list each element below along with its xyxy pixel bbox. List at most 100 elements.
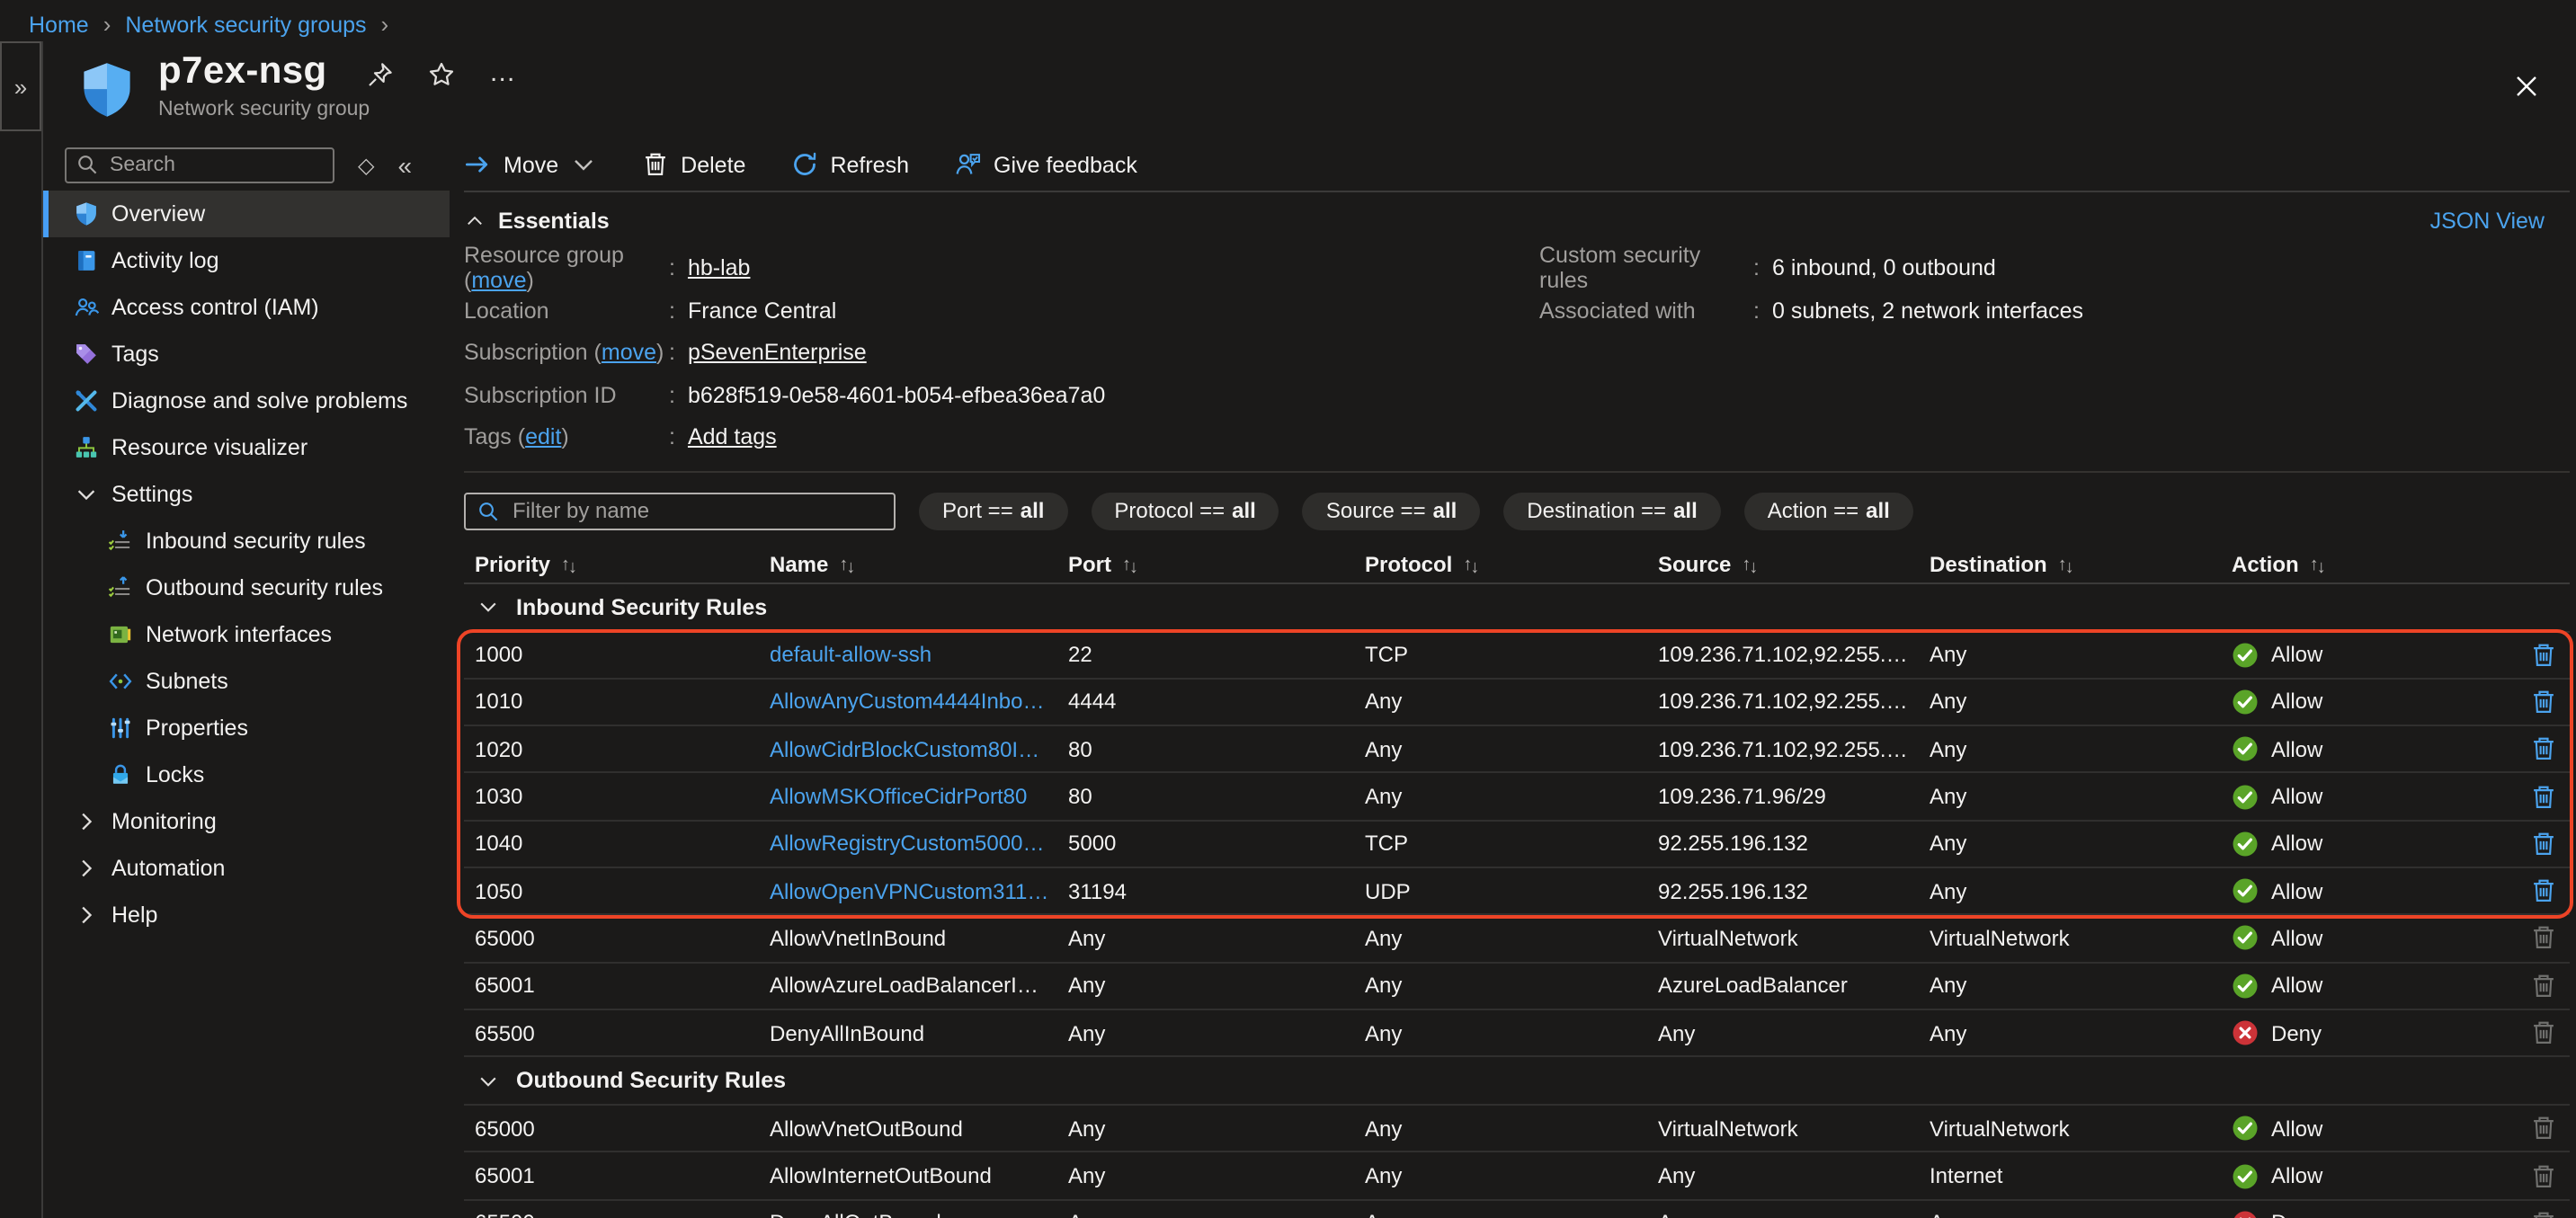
column-header-priority[interactable]: Priority↑↓ — [475, 552, 770, 577]
rule-name[interactable]: AllowMSKOfficeCidrPort80 — [770, 784, 1068, 809]
essentials-value[interactable]: Add tags — [688, 424, 777, 449]
rule-name[interactable]: AllowAnyCustom4444Inbound — [770, 689, 1068, 715]
outbound-section-title: Outbound Security Rules — [516, 1068, 786, 1093]
sidebar-item-diagnose-and-solve-problems[interactable]: Diagnose and solve problems — [43, 378, 450, 424]
filter-pill-port[interactable]: Port ==all — [919, 492, 1067, 529]
sidebar-item-monitoring[interactable]: Monitoring — [43, 798, 450, 845]
chevron-right-icon: › — [381, 11, 389, 38]
essentials-label: Resource group (move) — [464, 243, 669, 293]
delete-rule-button[interactable] — [2530, 735, 2557, 762]
rule-name[interactable]: default-allow-ssh — [770, 642, 1068, 667]
essentials-collapse-icon[interactable] — [464, 210, 486, 232]
book-icon — [74, 248, 99, 273]
rule-priority: 1050 — [475, 878, 770, 903]
sidebar-item-subnets[interactable]: Subnets — [43, 658, 450, 705]
rule-name[interactable]: AllowCidrBlockCustom80Inbound — [770, 736, 1068, 761]
column-header-port[interactable]: Port↑↓ — [1068, 552, 1365, 577]
rule-source: 109.236.71.96/29 — [1658, 784, 1930, 809]
rule-port: 80 — [1068, 736, 1365, 761]
sidebar-item-properties[interactable]: Properties — [43, 705, 450, 751]
delete-rule-button — [2530, 1162, 2557, 1189]
outbound-section: Outbound Security Rules 65000 AllowVnetO… — [464, 1057, 2570, 1218]
json-view-link[interactable]: JSON View — [2430, 209, 2570, 234]
blade-header: p7ex-nsg … Network security group — [0, 50, 2576, 144]
edit-link[interactable]: edit — [525, 424, 561, 449]
pin-menu-icon[interactable]: ◇ — [358, 153, 374, 178]
favorite-star-icon[interactable] — [428, 60, 455, 87]
essentials-row: Resource group (move):hb-lab — [464, 250, 1539, 286]
essentials-value[interactable]: hb-lab — [688, 255, 751, 280]
rule-name[interactable]: AllowOpenVPNCustom31194In… — [770, 878, 1068, 903]
pin-icon[interactable] — [367, 60, 394, 87]
more-options-icon[interactable]: … — [489, 65, 518, 83]
chev-right-icon — [74, 856, 99, 881]
rule-destination: Internet — [1930, 1163, 2232, 1188]
essentials-row: Custom security rules:6 inbound, 0 outbo… — [1539, 250, 2570, 286]
chevron-down-icon — [477, 1069, 500, 1092]
sidebar-item-tags[interactable]: Tags — [43, 331, 450, 378]
expand-panel-button[interactable]: » — [0, 41, 41, 131]
essentials-row: Subscription ID:b628f519-0e58-4601-b054-… — [464, 377, 1539, 413]
rule-source: VirtualNetwork — [1658, 1116, 1930, 1142]
collapse-menu-icon[interactable]: « — [397, 151, 412, 180]
shield-icon — [74, 201, 99, 227]
filter-search-icon — [477, 499, 500, 522]
move-link[interactable]: move — [471, 268, 526, 293]
breadcrumb: Home›Network security groups› — [0, 0, 2576, 50]
allow-icon — [2232, 877, 2259, 904]
essentials-value[interactable]: pSevenEnterprise — [688, 340, 867, 365]
sidebar-item-inbound-security-rules[interactable]: Inbound security rules — [43, 518, 450, 565]
sidebar-item-locks[interactable]: Locks — [43, 751, 450, 798]
breadcrumb-link[interactable]: Home — [29, 13, 89, 38]
outbound-section-header[interactable]: Outbound Security Rules — [464, 1057, 2570, 1106]
sidebar-item-activity-log[interactable]: Activity log — [43, 237, 450, 284]
filter-pill-protocol[interactable]: Protocol ==all — [1091, 492, 1279, 529]
sidebar-item-network-interfaces[interactable]: Network interfaces — [43, 611, 450, 658]
column-header-name[interactable]: Name↑↓ — [770, 552, 1068, 577]
trash-icon — [641, 151, 668, 178]
rule-priority: 65500 — [475, 1211, 770, 1218]
column-header-destination[interactable]: Destination↑↓ — [1930, 552, 2232, 577]
sidebar-item-outbound-security-rules[interactable]: Outbound security rules — [43, 565, 450, 611]
rule-name[interactable]: AllowRegistryCustom5000Inbou… — [770, 831, 1068, 857]
close-blade-button[interactable] — [2512, 72, 2541, 101]
rule-source: Any — [1658, 1163, 1930, 1188]
rule-row: 65000 AllowVnetOutBound Any Any VirtualN… — [464, 1106, 2570, 1153]
refresh-button[interactable]: Refresh — [790, 151, 909, 178]
rule-destination: Any — [1930, 1020, 2232, 1045]
column-header-source[interactable]: Source↑↓ — [1658, 552, 1930, 577]
sidebar-search-input[interactable] — [65, 147, 334, 183]
sidebar-item-resource-visualizer[interactable]: Resource visualizer — [43, 424, 450, 471]
rule-priority: 1010 — [475, 689, 770, 715]
delete-rule-button[interactable] — [2530, 783, 2557, 810]
filter-pill-source[interactable]: Source ==all — [1303, 492, 1480, 529]
rule-name: AllowAzureLoadBalancerInBound — [770, 973, 1068, 998]
filter-pill-destination[interactable]: Destination ==all — [1503, 492, 1720, 529]
filter-by-name-input[interactable] — [464, 492, 896, 529]
rule-protocol: Any — [1365, 926, 1658, 951]
sidebar-item-overview[interactable]: Overview — [43, 191, 450, 237]
sidebar-item-access-control-iam-[interactable]: Access control (IAM) — [43, 284, 450, 331]
allow-icon — [2232, 925, 2259, 952]
breadcrumb-link[interactable]: Network security groups — [125, 13, 366, 38]
inbound-section-header[interactable]: Inbound Security Rules — [464, 583, 2570, 632]
sidebar-item-settings[interactable]: Settings — [43, 471, 450, 518]
move-link[interactable]: move — [602, 340, 656, 365]
delete-button[interactable]: Delete — [641, 151, 745, 178]
essentials-value: France Central — [688, 298, 836, 323]
sliders-icon — [108, 716, 133, 741]
move-button[interactable]: Move — [464, 151, 596, 178]
rule-action: Allow — [2232, 877, 2530, 904]
column-header-protocol[interactable]: Protocol↑↓ — [1365, 552, 1658, 577]
delete-rule-button[interactable] — [2530, 877, 2557, 904]
sidebar-item-automation[interactable]: Automation — [43, 845, 450, 892]
delete-rule-button[interactable] — [2530, 831, 2557, 858]
column-header-action[interactable]: Action↑↓ — [2232, 552, 2530, 577]
give-feedback-button[interactable]: Give feedback — [954, 151, 1137, 178]
rule-source: 109.236.71.102,92.255.196.132,9… — [1658, 689, 1930, 715]
filter-pill-action[interactable]: Action ==all — [1744, 492, 1913, 529]
delete-rule-button[interactable] — [2530, 641, 2557, 668]
sidebar-item-help[interactable]: Help — [43, 892, 450, 938]
delete-rule-button[interactable] — [2530, 689, 2557, 716]
rule-priority: 1040 — [475, 831, 770, 857]
